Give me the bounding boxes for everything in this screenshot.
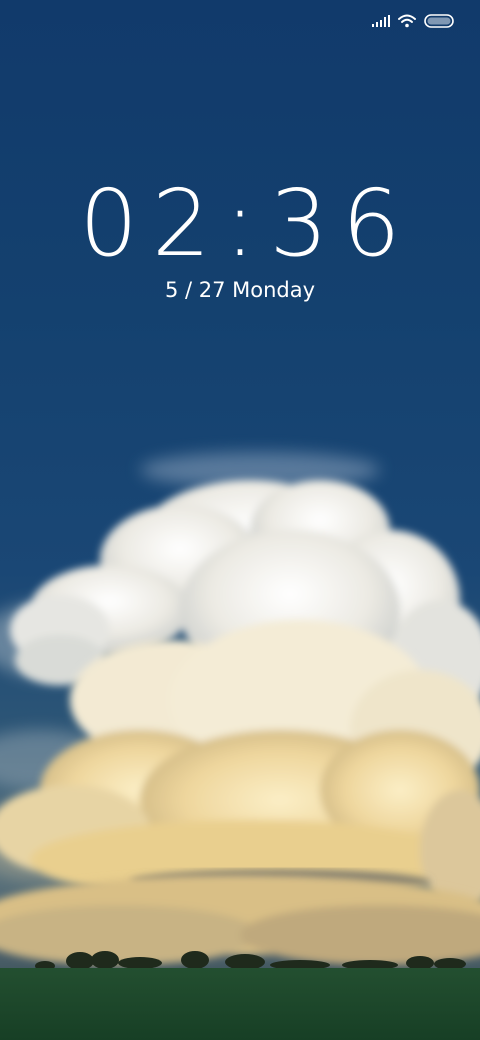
lock-screen: 02:36 5 / 27 Monday — [0, 0, 480, 1040]
wifi-icon — [398, 14, 416, 28]
wallpaper-cloud-image — [0, 452, 480, 1040]
battery-icon — [424, 14, 454, 28]
lock-screen-clock: 02:36 — [79, 170, 415, 277]
signal-bars-icon — [372, 15, 390, 27]
status-bar — [372, 10, 454, 32]
lock-screen-date: 5 / 27 Monday — [164, 278, 316, 302]
